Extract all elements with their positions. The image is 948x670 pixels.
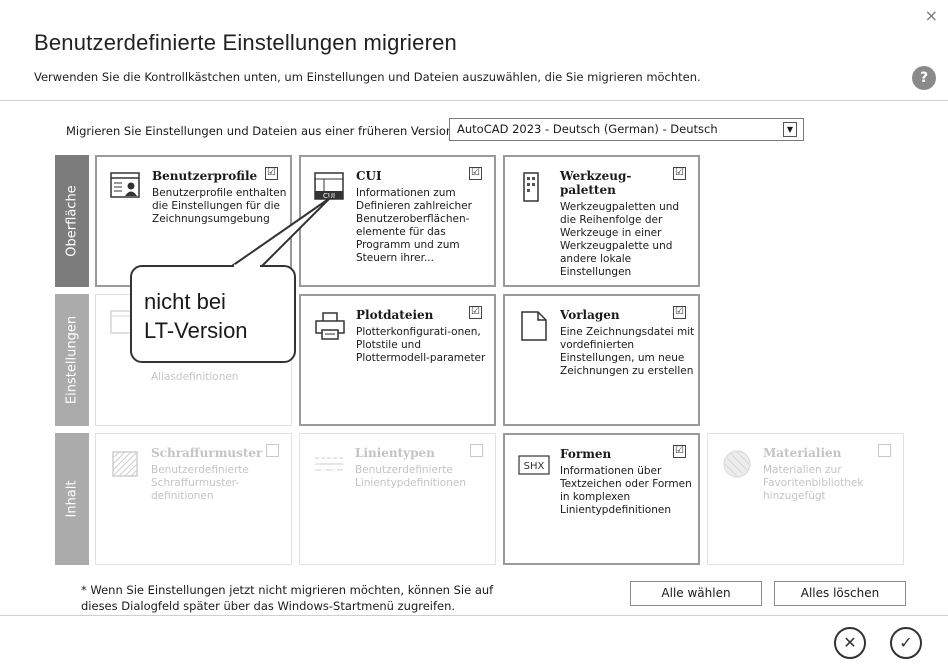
card-description: Informationen über Textzeichen oder Form…: [560, 465, 692, 516]
cui-icon: CUI: [314, 171, 346, 203]
checkbox-werkzeugpaletten[interactable]: ☑: [673, 167, 686, 180]
header-divider: [0, 100, 948, 101]
checkbox-schraffurmuster: [266, 444, 279, 457]
callout-bubble: nicht bei LT-Version: [130, 265, 296, 363]
card-title: Plotdateien: [356, 308, 434, 322]
card-plotdateien[interactable]: Plotdateien Plotterkonfigurati-onen, Plo…: [299, 294, 496, 426]
shx-icon: SHX: [518, 449, 550, 481]
card-title: Materialien: [763, 446, 842, 460]
card-description: Benutzerdefinierte Linientypdefinitionen: [355, 464, 466, 489]
footnote-line1: * Wenn Sie Einstellungen jetzt nicht mig…: [81, 583, 494, 597]
card-title: Formen: [560, 447, 612, 461]
footer-divider: [0, 615, 948, 616]
linetype-icon: [313, 448, 345, 480]
clear-all-button[interactable]: Alles löschen: [774, 581, 906, 606]
checkbox-materialien: [878, 444, 891, 457]
callout-line2: LT-Version: [144, 318, 248, 343]
row-label-einstellungen-text: Einstellungen: [64, 315, 80, 405]
footnote: * Wenn Sie Einstellungen jetzt nicht mig…: [81, 582, 493, 614]
row-label-einstellungen: Einstellungen: [55, 294, 89, 426]
close-icon[interactable]: ×: [925, 6, 938, 25]
footnote-line2: dieses Dialogfeld später über das Window…: [81, 599, 456, 613]
card-linientypen: Linientypen Benutzerdefinierte Linientyp…: [299, 433, 496, 565]
shx-icon-text: SHX: [524, 461, 545, 472]
card-materialien: Materialien Materialien zur Favoritenbib…: [707, 433, 904, 565]
checkbox-plotdateien[interactable]: ☑: [469, 306, 482, 319]
card-formen[interactable]: SHX Formen Informationen über Textzeiche…: [503, 433, 700, 565]
checkbox-benutzerprofile[interactable]: ☑: [265, 167, 278, 180]
checkbox-linientypen: [470, 444, 483, 457]
material-sphere-icon: [721, 448, 753, 480]
checkbox-vorlagen[interactable]: ☑: [673, 306, 686, 319]
version-select[interactable]: AutoCAD 2023 - Deutsch (German) - Deutsc…: [449, 118, 804, 141]
card-description: Werkzeugpaletten und die Reihenfolge der…: [560, 201, 680, 278]
row-label-inhalt-text: Inhalt: [64, 480, 80, 518]
callout-text: nicht bei LT-Version: [144, 287, 248, 345]
version-label: Migrieren Sie Einstellungen und Dateien …: [66, 124, 458, 138]
checkbox-cui[interactable]: ☑: [469, 167, 482, 180]
card-werkzeugpaletten[interactable]: Werkzeug-paletten Werkzeugpaletten und d…: [503, 155, 700, 287]
row-label-oberflaeche: Oberfläche: [55, 155, 89, 287]
checkbox-formen[interactable]: ☑: [673, 445, 686, 458]
card-description: Informationen zum Definieren zahlreicher…: [356, 187, 472, 264]
tool-palette-icon: [518, 171, 550, 203]
select-all-button[interactable]: Alle wählen: [630, 581, 762, 606]
template-file-icon: [518, 310, 550, 342]
cui-icon-text: CUI: [323, 192, 335, 200]
card-description: Benutzerprofile enthalten die Einstellun…: [152, 187, 287, 225]
ok-button[interactable]: ✓: [890, 627, 922, 659]
card-cui[interactable]: CUI CUI Informationen zum Definieren zah…: [299, 155, 496, 287]
card-vorlagen[interactable]: Vorlagen Eine Zeichnungsdatei mit vordef…: [503, 294, 700, 426]
card-schraffurmuster: Schraffurmuster Benutzerdefinierte Schra…: [95, 433, 292, 565]
card-description: Aliasdefinitionen: [151, 371, 239, 383]
version-select-value: AutoCAD 2023 - Deutsch (German) - Deutsc…: [457, 122, 718, 136]
dialog-title: Benutzerdefinierte Einstellungen migrier…: [34, 30, 457, 55]
row-label-inhalt: Inhalt: [55, 433, 89, 565]
card-title: Schraffurmuster: [151, 446, 263, 460]
card-description: Benutzerdefinierte Schraffurmuster-defin…: [151, 464, 249, 502]
card-title: Werkzeug-paletten: [560, 169, 632, 197]
dialog-subtitle: Verwenden Sie die Kontrollkästchen unten…: [34, 70, 701, 84]
help-icon[interactable]: ?: [912, 66, 936, 90]
cancel-button[interactable]: ✕: [834, 627, 866, 659]
card-description: Plotterkonfigurati-onen, Plotstile und P…: [356, 326, 486, 364]
card-title: Vorlagen: [560, 308, 620, 322]
card-title: Benutzerprofile: [152, 169, 258, 183]
hatch-pattern-icon: [109, 448, 141, 480]
card-description: Materialien zur Favoritenbibliothek hinz…: [763, 464, 864, 502]
user-profile-icon: [110, 171, 142, 203]
card-title: CUI: [356, 169, 382, 183]
row-label-oberflaeche-text: Oberfläche: [64, 185, 80, 257]
card-title: Linientypen: [355, 446, 435, 460]
callout-line1: nicht bei: [144, 289, 226, 314]
printer-icon: [314, 310, 346, 342]
chevron-down-icon[interactable]: ▼: [783, 122, 797, 137]
card-description: Eine Zeichnungsdatei mit vordefinierten …: [560, 326, 695, 377]
